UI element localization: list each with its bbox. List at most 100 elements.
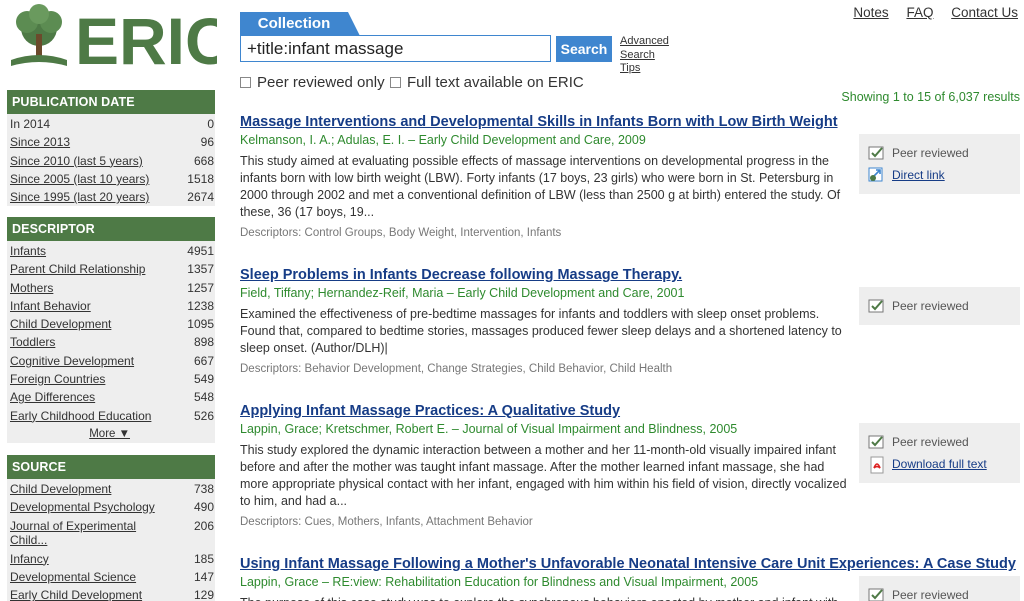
side-row: Peer reviewed	[868, 584, 1020, 601]
result-abstract: The purpose of this case study was to ex…	[240, 595, 852, 601]
direct-link[interactable]: Direct link	[892, 168, 945, 182]
facet-item[interactable]: Journal of Experimental Child... 206	[7, 517, 215, 550]
result-side-panel: Peer reviewed	[859, 576, 1020, 601]
facet-item-label[interactable]: Mothers	[10, 279, 53, 297]
facet-item[interactable]: Since 2013 96	[7, 133, 215, 151]
facet-item-label[interactable]: Child Development	[10, 480, 111, 498]
facet-descriptor: DESCRIPTOR Infants 4951 Parent Child Relat…	[7, 217, 215, 443]
download-full-text-link[interactable]: Download full text	[892, 457, 987, 471]
facet-item[interactable]: Child Development 738	[7, 480, 215, 498]
facet-item-count: 96	[200, 135, 214, 150]
facet-item-label[interactable]: Since 1995 (last 20 years)	[10, 188, 149, 206]
facet-item[interactable]: Age Differences 548	[7, 388, 215, 406]
facet-item[interactable]: Child Development 1095	[7, 315, 215, 333]
full-text-filter[interactable]: Full text available on ERIC	[390, 74, 584, 91]
facet-item-count: 1238	[187, 298, 214, 313]
side-row: Peer reviewed	[868, 431, 1020, 453]
eric-logo[interactable]: ERIC	[7, 4, 217, 70]
facet-item-count: 147	[193, 569, 214, 584]
facet-item-label[interactable]: Cognitive Development	[10, 352, 134, 370]
facet-item-label[interactable]: Since 2005 (last 10 years)	[10, 170, 149, 188]
full-text-checkbox[interactable]	[390, 77, 401, 88]
facet-item-count: 490	[193, 500, 214, 515]
peer-reviewed-label: Peer reviewed	[892, 299, 969, 313]
result-title[interactable]: Sleep Problems in Infants Decrease follo…	[240, 267, 682, 283]
facet-item-label[interactable]: Since 2013	[10, 133, 70, 151]
facet-item-label[interactable]: Foreign Countries	[10, 370, 105, 388]
faq-link[interactable]: FAQ	[906, 5, 933, 20]
facet-item-label[interactable]: Developmental Psychology	[10, 498, 155, 516]
facet-item-label[interactable]: Infant Behavior	[10, 297, 91, 315]
facet-item[interactable]: Developmental Psychology 490	[7, 498, 215, 516]
facet-item-count: 2674	[187, 190, 214, 205]
facet-item-label[interactable]: Developmental Science	[10, 568, 136, 586]
facet-item[interactable]: Developmental Science 147	[7, 568, 215, 586]
facet-item[interactable]: Mothers 1257	[7, 279, 215, 297]
facet-item-label[interactable]: Infants	[10, 242, 46, 260]
facet-source: SOURCE Child Development 738 Developmental…	[7, 455, 215, 601]
facet-item-label[interactable]: Since 2010 (last 5 years)	[10, 152, 143, 170]
facet-item-count: 4951	[187, 244, 214, 258]
facet-item-count: 668	[193, 153, 214, 168]
facet-item[interactable]: Infancy 185	[7, 550, 215, 568]
facet-title: DESCRIPTOR	[7, 217, 215, 241]
facet-item-label[interactable]: Early Child Development	[10, 586, 142, 601]
facet-item: In 2014 0	[7, 115, 215, 133]
side-row: Peer reviewed	[868, 295, 1020, 317]
facet-item-count: 738	[193, 482, 214, 496]
facet-item[interactable]: Early Childhood Education 526	[7, 407, 215, 425]
result-side-panel: Peer reviewed	[859, 287, 1020, 325]
advanced-search-tips-link-2[interactable]: Search	[620, 49, 669, 63]
facet-item[interactable]: Infant Behavior 1238	[7, 297, 215, 315]
facet-item[interactable]: Parent Child Relationship 1357	[7, 260, 215, 278]
peer-reviewed-checkbox[interactable]	[240, 77, 251, 88]
results-count: Showing 1 to 15 of 6,037 results	[841, 90, 1020, 104]
facet-item-count: 206	[193, 518, 214, 533]
facet-item-count: 185	[193, 551, 214, 566]
side-row[interactable]: Download full text	[868, 453, 1020, 475]
facet-item-count: 526	[193, 408, 214, 423]
side-row: Peer reviewed	[868, 142, 1020, 164]
notes-link[interactable]: Notes	[853, 5, 888, 20]
facet-title: PUBLICATION DATE	[7, 90, 215, 114]
facet-item-label[interactable]: Journal of Experimental Child...	[10, 519, 140, 550]
peer-reviewed-icon	[868, 587, 886, 601]
peer-reviewed-icon	[868, 145, 886, 161]
facet-item[interactable]: Since 1995 (last 20 years) 2674	[7, 188, 215, 206]
facet-item-count: 1095	[187, 317, 214, 332]
facet-item-label[interactable]: Infancy	[10, 550, 49, 568]
facet-item[interactable]: Infants 4951	[7, 242, 215, 260]
more-descriptors-link[interactable]: More ▼	[89, 428, 130, 440]
facet-item-label[interactable]: Age Differences	[10, 388, 95, 406]
advanced-search-tips: Advanced Search Tips	[620, 35, 669, 76]
facet-item[interactable]: Toddlers 898	[7, 333, 215, 351]
side-row[interactable]: Direct link	[868, 164, 1020, 186]
search-button[interactable]: Search	[556, 36, 612, 62]
tab-thesaurus[interactable]: Thesaurus	[350, 12, 468, 36]
search-input[interactable]	[240, 35, 551, 62]
advanced-search-tips-link-1[interactable]: Advanced	[620, 35, 669, 49]
tab-collection[interactable]: Collection	[240, 12, 360, 36]
facet-item-count: 1518	[187, 171, 214, 186]
facet-item-label[interactable]: Parent Child Relationship	[10, 260, 145, 278]
facet-item-label[interactable]: Toddlers	[10, 333, 55, 351]
advanced-search-tips-link-3[interactable]: Tips	[620, 62, 669, 76]
facet-item[interactable]: Foreign Countries 549	[7, 370, 215, 388]
facet-item-label[interactable]: Child Development	[10, 315, 111, 333]
peer-reviewed-icon	[868, 298, 886, 314]
result-title[interactable]: Using Infant Massage Following a Mother'…	[240, 556, 1016, 572]
result-title[interactable]: Massage Interventions and Developmental …	[240, 114, 838, 130]
top-links: Notes FAQ Contact Us	[839, 5, 1018, 20]
facet-item[interactable]: Cognitive Development 667	[7, 352, 215, 370]
peer-reviewed-filter[interactable]: Peer reviewed only	[240, 74, 385, 91]
contact-us-link[interactable]: Contact Us	[951, 5, 1018, 20]
more-descriptors: More ▼	[7, 425, 215, 443]
facet-item-count: 129	[193, 588, 214, 601]
tree-icon	[11, 4, 67, 66]
facet-item[interactable]: Early Child Development 129	[7, 586, 215, 601]
facet-item[interactable]: Since 2005 (last 10 years) 1518	[7, 170, 215, 188]
facet-item[interactable]: Since 2010 (last 5 years) 668	[7, 152, 215, 170]
result-title[interactable]: Applying Infant Massage Practices: A Qua…	[240, 403, 620, 419]
facet-item-count: 667	[193, 353, 214, 368]
facet-item-label[interactable]: Early Childhood Education	[10, 407, 151, 425]
